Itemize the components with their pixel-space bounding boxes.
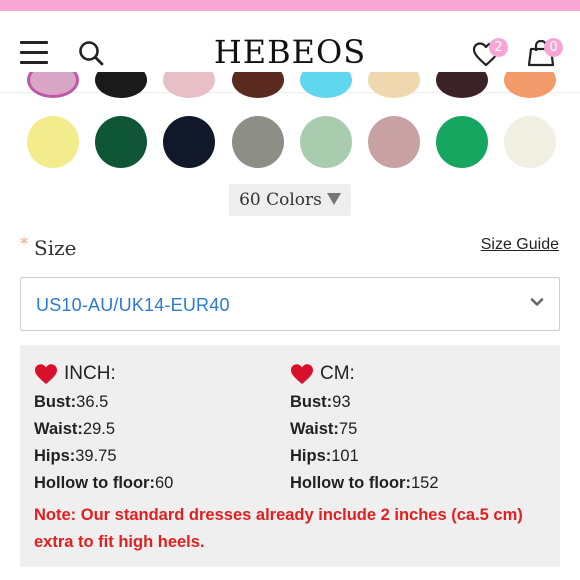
- color-swatch[interactable]: [368, 116, 420, 168]
- top-accent-strip: [0, 0, 580, 11]
- color-swatch[interactable]: [436, 72, 489, 98]
- heels-note: Note: Our standard dresses already inclu…: [34, 506, 523, 551]
- size-guide-link[interactable]: Size Guide: [481, 236, 559, 254]
- cm-column: CM: Bust:93 Waist:75 Hips:101 Hollow to …: [290, 361, 439, 497]
- cart-count-badge: 0: [544, 38, 563, 57]
- color-swatch[interactable]: [95, 72, 148, 98]
- color-swatches-row: [0, 116, 580, 168]
- cm-row: Waist:75: [290, 420, 358, 438]
- color-swatch[interactable]: [231, 116, 284, 168]
- red-heart-icon: [35, 364, 57, 384]
- color-swatch[interactable]: [163, 72, 216, 98]
- required-asterisk: *: [20, 234, 28, 253]
- inch-row: Hollow to floor:60: [34, 474, 174, 492]
- inch-row: Bust:36.5: [34, 393, 109, 411]
- color-swatch[interactable]: [368, 72, 420, 98]
- cm-title: CM:: [320, 363, 355, 384]
- color-swatch[interactable]: [299, 116, 352, 168]
- color-swatch[interactable]: [504, 72, 557, 98]
- inch-column: INCH: Bust:36.5 Waist:29.5 Hips:39.75 Ho…: [34, 361, 173, 497]
- measurements-panel: INCH: Bust:36.5 Waist:29.5 Hips:39.75 Ho…: [20, 345, 560, 567]
- color-swatch[interactable]: [231, 72, 284, 98]
- colors-count-label: 60 Colors: [239, 190, 322, 210]
- color-swatch[interactable]: [504, 116, 557, 168]
- inch-row: Hips:39.75: [34, 447, 117, 465]
- cm-row: Bust:93: [290, 393, 351, 411]
- color-swatch[interactable]: [95, 116, 148, 168]
- show-all-colors-button[interactable]: 60 Colors: [229, 184, 351, 216]
- cm-row: Hollow to floor:152: [290, 474, 439, 492]
- inch-title: INCH:: [64, 363, 116, 384]
- size-label-text: Size: [34, 236, 77, 260]
- chevron-down-icon: [530, 298, 544, 306]
- inch-row: Waist:29.5: [34, 420, 116, 438]
- color-swatch[interactable]: [163, 116, 216, 168]
- size-label: * Size: [20, 234, 76, 260]
- red-heart-icon: [291, 364, 313, 384]
- color-swatch[interactable]: [27, 72, 79, 98]
- color-swatch[interactable]: [299, 72, 352, 98]
- color-swatch[interactable]: [27, 116, 79, 168]
- wishlist-count-badge: 2: [489, 38, 508, 57]
- color-swatch[interactable]: [436, 116, 489, 168]
- cm-row: Hips:101: [290, 447, 359, 465]
- triangle-down-icon: [326, 193, 341, 205]
- color-swatches-partial-row: [0, 72, 580, 102]
- size-select-dropdown[interactable]: US10-AU/UK14-EUR40: [20, 277, 560, 331]
- inch-heading: INCH:: [34, 361, 173, 387]
- selected-size-value: US10-AU/UK14-EUR40: [36, 295, 230, 315]
- cm-heading: CM:: [290, 361, 439, 387]
